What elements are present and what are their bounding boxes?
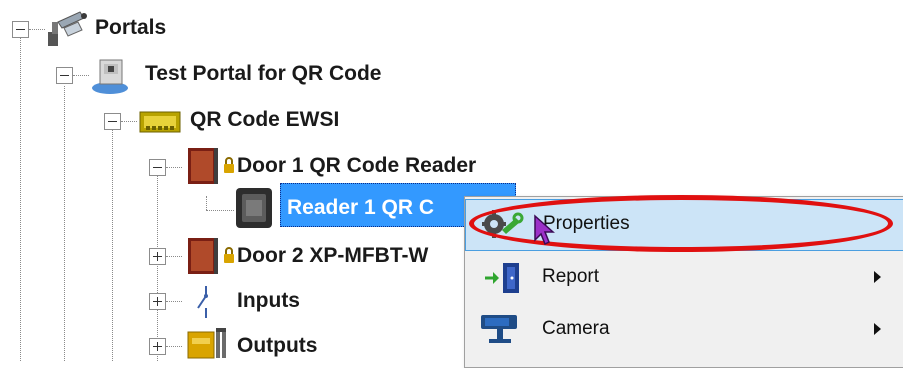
portals-icon bbox=[44, 8, 92, 53]
submenu-arrow-icon bbox=[874, 271, 881, 283]
tree-connector bbox=[157, 176, 158, 361]
tree-node-portals[interactable]: Portals bbox=[95, 14, 166, 42]
expand-inputs-button[interactable] bbox=[149, 293, 166, 310]
tree-node-door1[interactable]: Door 1 QR Code Reader bbox=[237, 152, 476, 180]
collapse-qr-ewsi-button[interactable] bbox=[104, 113, 121, 130]
menu-item-report-label: Report bbox=[542, 266, 600, 287]
input-switch-icon bbox=[192, 284, 222, 325]
tree-connector bbox=[112, 130, 113, 361]
collapse-portals-button[interactable] bbox=[12, 21, 29, 38]
door-lock-icon bbox=[184, 146, 236, 191]
controller-icon bbox=[138, 108, 182, 141]
test-portal-icon bbox=[90, 56, 134, 101]
submenu-arrow-icon bbox=[874, 323, 881, 335]
collapse-door1-button[interactable] bbox=[149, 159, 166, 176]
output-relay-icon bbox=[186, 324, 230, 366]
tree-connector bbox=[166, 167, 182, 168]
camera-icon bbox=[477, 311, 523, 356]
expand-outputs-button[interactable] bbox=[149, 338, 166, 355]
tree-node-inputs[interactable]: Inputs bbox=[237, 287, 300, 315]
mouse-cursor-icon bbox=[533, 214, 555, 251]
menu-item-camera[interactable]: Camera bbox=[465, 303, 903, 355]
tree-connector bbox=[29, 29, 45, 30]
expand-door2-button[interactable] bbox=[149, 248, 166, 265]
reader-icon bbox=[234, 186, 276, 235]
tree-node-door2[interactable]: Door 2 XP-MFBT-W bbox=[237, 242, 428, 270]
tree-connector bbox=[206, 196, 207, 210]
tree-connector bbox=[166, 301, 182, 302]
tree-node-qr-ewsi[interactable]: QR Code EWSI bbox=[190, 106, 339, 134]
tree-connector bbox=[121, 121, 137, 122]
tree-connector bbox=[64, 86, 65, 361]
tree-node-reader1[interactable]: Reader 1 QR C bbox=[287, 194, 434, 222]
tree-connector bbox=[20, 38, 21, 361]
tree-node-test-portal[interactable]: Test Portal for QR Code bbox=[145, 60, 381, 88]
tree-connector bbox=[166, 346, 182, 347]
tree-node-outputs[interactable]: Outputs bbox=[237, 332, 317, 360]
tree-connector bbox=[166, 256, 182, 257]
menu-item-camera-label: Camera bbox=[542, 318, 610, 339]
tree-connector bbox=[73, 75, 89, 76]
menu-item-report[interactable]: Report bbox=[465, 251, 903, 303]
tree-connector bbox=[206, 210, 234, 211]
collapse-test-portal-button[interactable] bbox=[56, 67, 73, 84]
report-icon bbox=[483, 261, 523, 300]
door-lock-icon bbox=[184, 236, 236, 281]
